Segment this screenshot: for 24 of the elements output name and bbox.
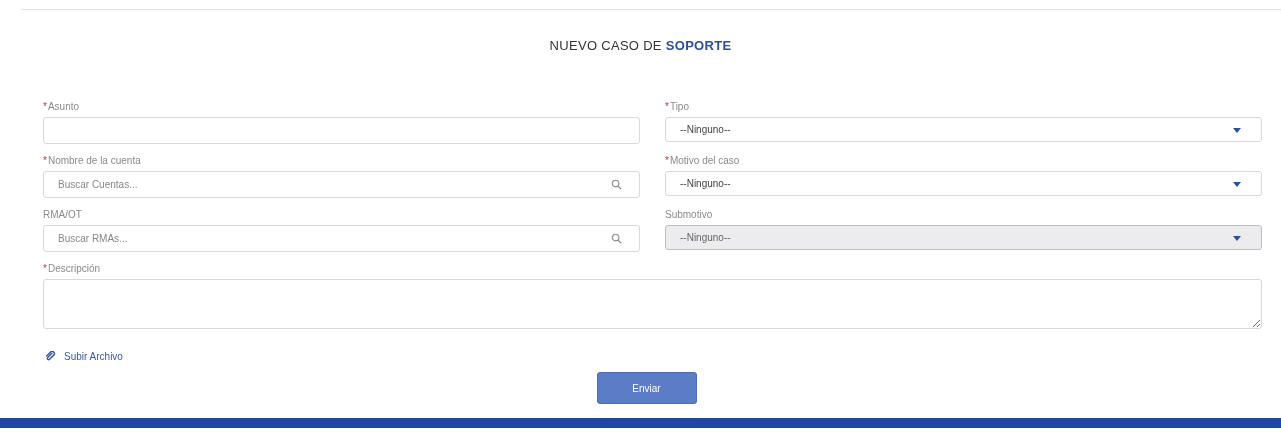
form-title: NUEVO CASO DE SOPORTE bbox=[548, 38, 733, 53]
field-label: Descripción bbox=[47, 263, 101, 274]
search-icon bbox=[611, 233, 622, 244]
dropdown[interactable]: --Ninguno-- bbox=[665, 117, 1262, 142]
field-label: Asunto bbox=[47, 101, 80, 112]
required-mark: * bbox=[43, 101, 47, 112]
upload-link[interactable]: Subir Archivo bbox=[64, 351, 123, 362]
field-label: Motivo del caso bbox=[669, 155, 740, 166]
field-label: RMA/OT bbox=[43, 209, 82, 220]
field-label: Nombre de la cuenta bbox=[47, 155, 141, 166]
required-mark: * bbox=[665, 101, 669, 112]
required-mark: * bbox=[43, 263, 47, 274]
submit-button[interactable]: Enviar bbox=[596, 372, 697, 404]
search-field[interactable]: Buscar RMAs... bbox=[43, 225, 640, 252]
description-field[interactable] bbox=[43, 279, 1262, 329]
search-field[interactable]: Buscar Cuentas... bbox=[43, 171, 640, 198]
required-mark: * bbox=[43, 155, 47, 166]
field-label: Submotivo bbox=[665, 209, 713, 220]
paperclip-icon bbox=[45, 351, 56, 362]
field-label: Tipo bbox=[669, 101, 689, 112]
dropdown[interactable]: --Ninguno-- bbox=[665, 171, 1262, 196]
text-field[interactable] bbox=[43, 117, 640, 144]
required-mark: * bbox=[665, 155, 669, 166]
search-icon bbox=[611, 179, 622, 190]
